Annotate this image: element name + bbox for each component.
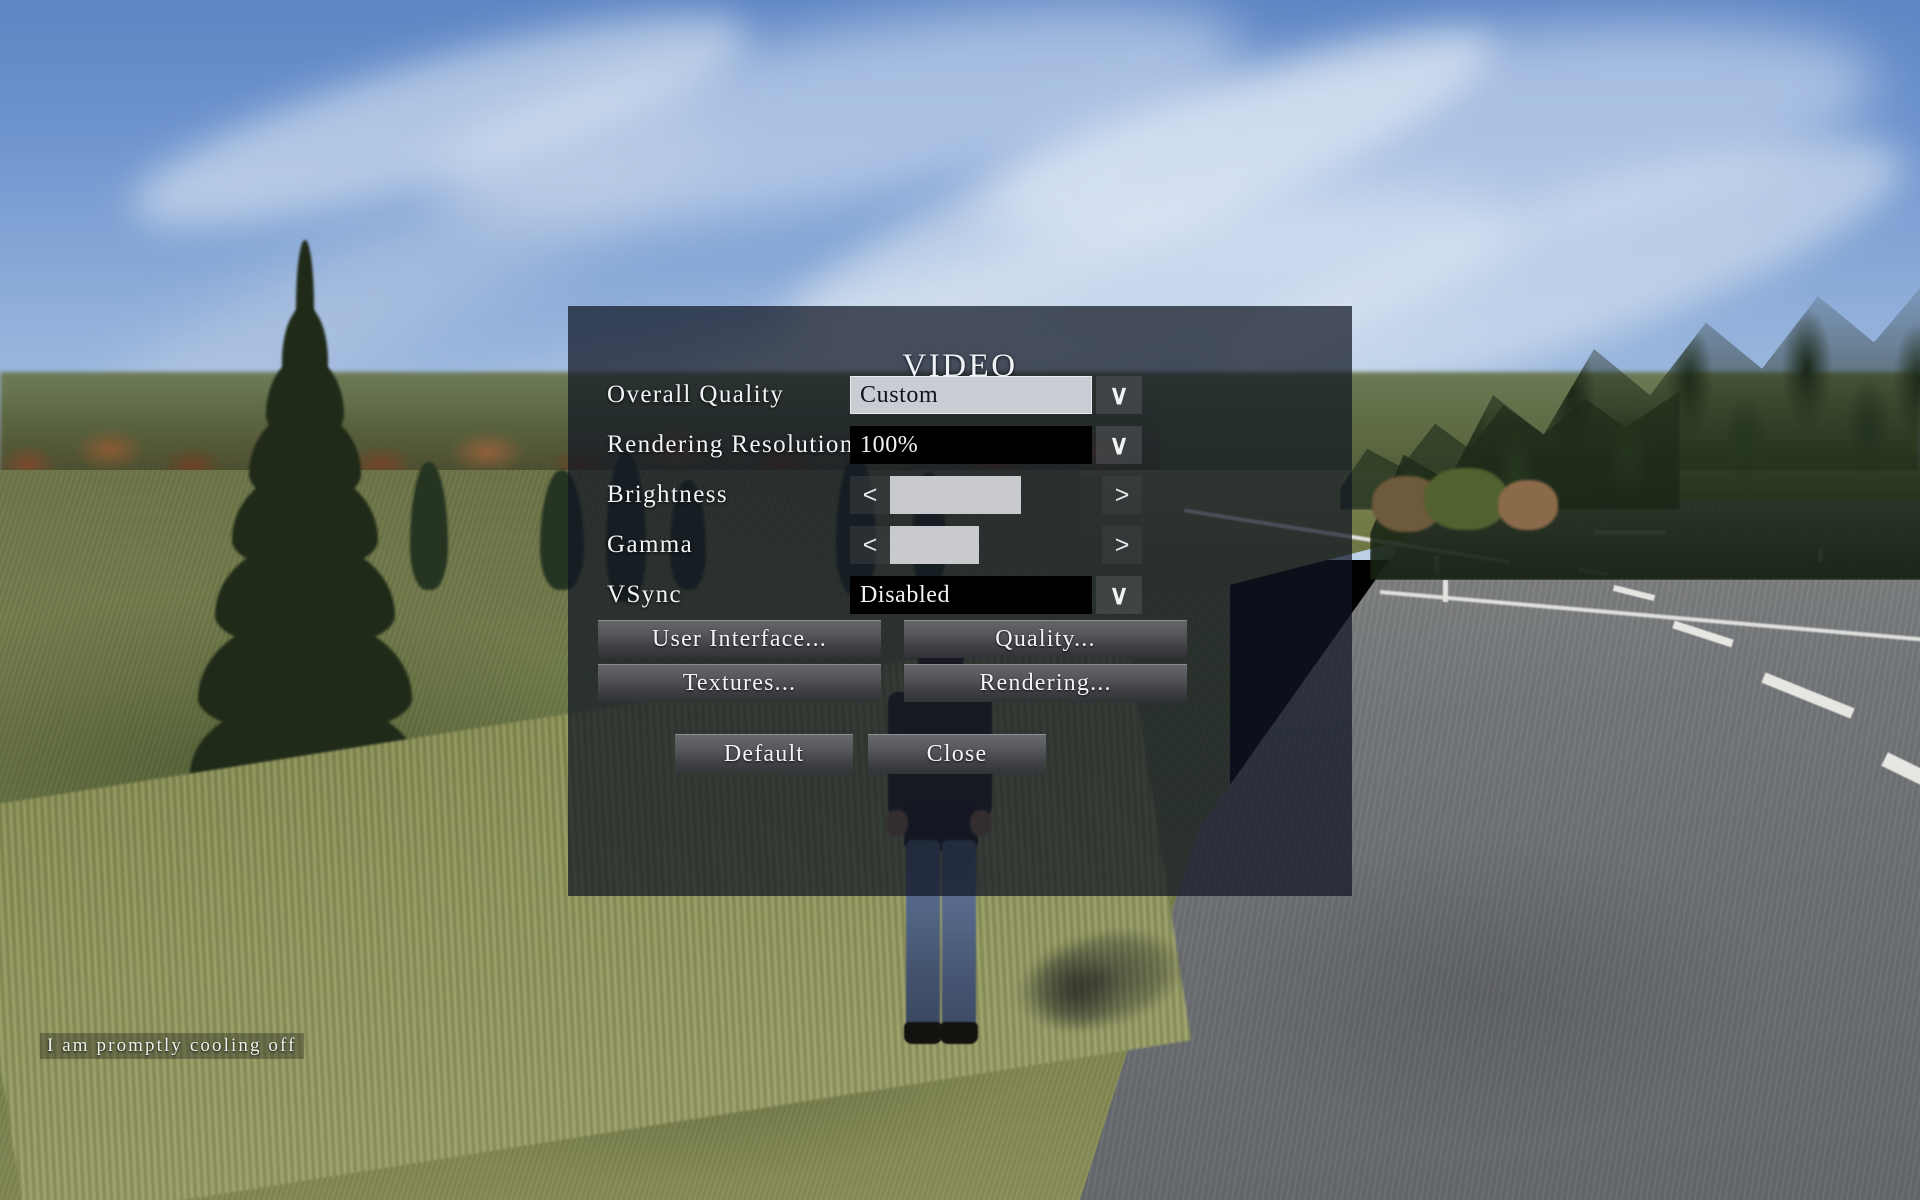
status-subtitle: I am promptly cooling off — [40, 1033, 304, 1059]
gamma-slider[interactable]: < > — [850, 526, 1142, 564]
player-left-shoe — [904, 1022, 942, 1044]
chevron-right-icon[interactable]: > — [1102, 526, 1142, 564]
player-right-shoe — [940, 1022, 978, 1044]
chevron-left-icon[interactable]: < — [850, 526, 890, 564]
sub-button-row-1: User Interface... Quality... — [568, 620, 1352, 664]
footer-button-row: Default Close — [568, 734, 1352, 784]
chevron-right-icon[interactable]: > — [1102, 476, 1142, 514]
rendering-button[interactable]: Rendering... — [904, 664, 1187, 702]
overall-quality-value[interactable]: Custom — [850, 376, 1092, 414]
setting-label: Brightness — [607, 481, 728, 508]
setting-label: Gamma — [607, 531, 694, 558]
rendering-resolution-value[interactable]: 100% — [850, 426, 1092, 464]
overall-quality-dropdown[interactable]: Custom ∨ — [850, 376, 1142, 414]
chevron-down-icon[interactable]: ∨ — [1096, 576, 1142, 614]
chevron-left-icon[interactable]: < — [850, 476, 890, 514]
chevron-down-icon[interactable]: ∨ — [1096, 426, 1142, 464]
sub-button-row-2: Textures... Rendering... — [568, 664, 1352, 708]
vsync-dropdown[interactable]: Disabled ∨ — [850, 576, 1142, 614]
vsync-value[interactable]: Disabled — [850, 576, 1092, 614]
setting-row-vsync: VSync Disabled ∨ — [568, 570, 1352, 620]
textures-button[interactable]: Textures... — [598, 664, 881, 702]
roadside-tree — [1424, 468, 1508, 530]
gamma-track[interactable] — [890, 526, 1102, 564]
setting-row-gamma: Gamma < > — [568, 520, 1352, 570]
chevron-down-icon[interactable]: ∨ — [1096, 376, 1142, 414]
setting-row-rendering-resolution: Rendering Resolution 100% ∨ — [568, 420, 1352, 470]
brightness-fill — [890, 476, 1022, 514]
default-button[interactable]: Default — [675, 734, 853, 774]
rendering-resolution-dropdown[interactable]: 100% ∨ — [850, 426, 1142, 464]
brightness-track[interactable] — [890, 476, 1102, 514]
player-shadow-core — [1005, 930, 1145, 1050]
setting-row-overall-quality: Overall Quality Custom ∨ — [568, 370, 1352, 420]
quality-button[interactable]: Quality... — [904, 620, 1187, 658]
setting-label: Rendering Resolution — [607, 431, 854, 458]
roadside-post — [1443, 580, 1448, 602]
gamma-fill — [890, 526, 980, 564]
setting-label: VSync — [607, 581, 683, 608]
user-interface-button[interactable]: User Interface... — [598, 620, 881, 658]
setting-label: Overall Quality — [607, 381, 785, 408]
roadside-tree — [1498, 480, 1558, 530]
brightness-slider[interactable]: < > — [850, 476, 1142, 514]
close-button[interactable]: Close — [868, 734, 1046, 774]
video-settings-panel: VIDEO Overall Quality Custom ∨ Rendering… — [568, 306, 1352, 896]
setting-row-brightness: Brightness < > — [568, 470, 1352, 520]
settings-rows: Overall Quality Custom ∨ Rendering Resol… — [568, 370, 1352, 784]
